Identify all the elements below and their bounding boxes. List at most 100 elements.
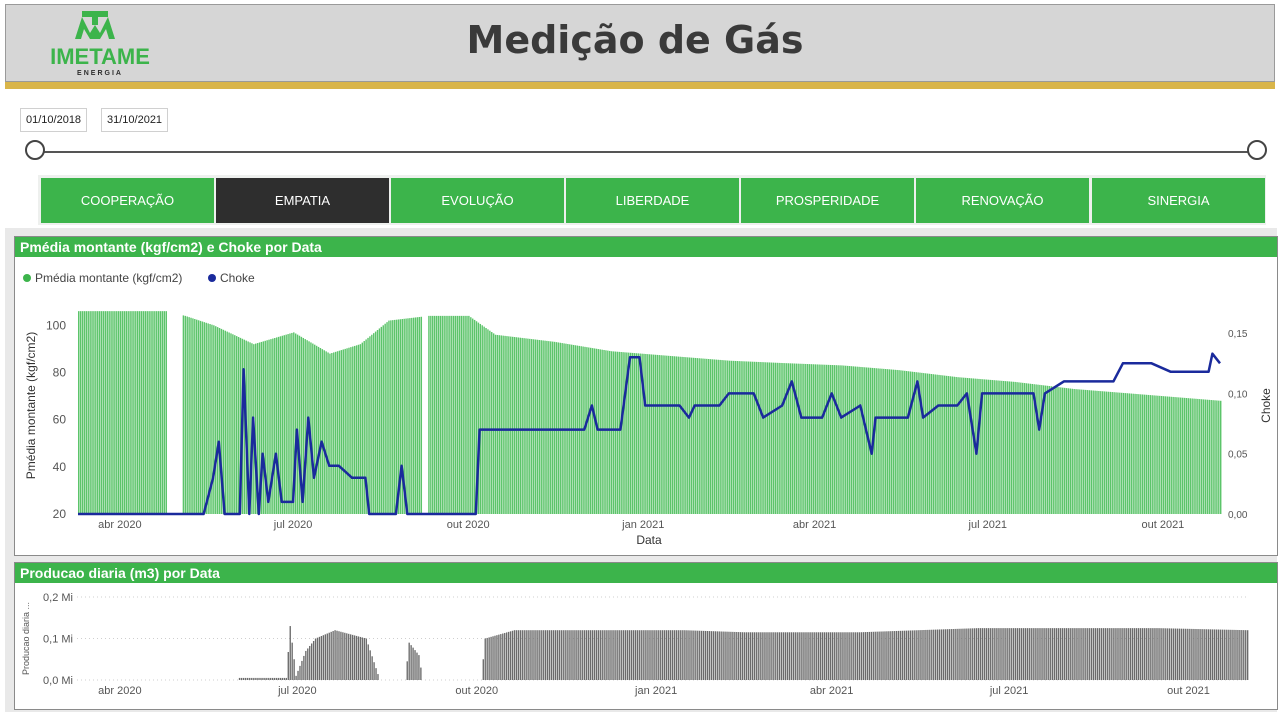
pressure-bar — [614, 351, 617, 514]
pressure-bar — [1145, 394, 1148, 514]
pressure-bar — [1101, 391, 1104, 514]
pressure-bar — [1126, 393, 1129, 514]
pressure-bar — [1025, 383, 1028, 514]
production-bar — [874, 631, 876, 680]
pressure-bar — [846, 365, 849, 514]
pressure-bar — [924, 373, 927, 514]
pressure-bar — [987, 379, 990, 514]
pressure-bar — [471, 318, 474, 514]
pressure-bar — [591, 348, 594, 514]
production-bar — [322, 635, 325, 680]
pressure-bar — [1082, 389, 1085, 514]
production-bar — [1190, 628, 1192, 680]
production-bar — [420, 667, 422, 680]
production-bar — [919, 630, 921, 680]
tab-renovação[interactable]: RENOVAÇÃO — [916, 178, 1089, 223]
production-bar — [1063, 628, 1066, 681]
pressure-bar — [197, 320, 200, 514]
pressure-bar — [932, 374, 935, 514]
pressure-bar — [140, 311, 143, 514]
production-bar — [416, 652, 418, 680]
pressure-bar — [331, 353, 333, 514]
production-bar — [244, 677, 247, 680]
production-bar — [359, 636, 362, 680]
pressure-bar — [1214, 400, 1216, 514]
production-bar — [250, 677, 252, 680]
production-bar — [617, 630, 619, 680]
production-bar — [946, 629, 949, 680]
pressure-bar — [767, 362, 769, 514]
pressure-bar — [704, 358, 706, 514]
pressure-bar — [131, 311, 133, 514]
production-bar — [892, 631, 894, 680]
production-bar — [1128, 628, 1130, 681]
pressure-bar — [291, 332, 293, 514]
pressure-bar — [363, 341, 365, 514]
pressure-bar — [865, 367, 868, 514]
production-bar — [350, 634, 352, 680]
pressure-bar — [753, 361, 756, 514]
pressure-bar — [1008, 381, 1011, 514]
production-bar — [997, 628, 999, 681]
pressure-bar — [1065, 388, 1068, 514]
date-slider-end-handle[interactable] — [1247, 140, 1267, 160]
production-bar — [915, 630, 917, 680]
pressure-bar — [494, 334, 497, 514]
pressure-bar — [1115, 392, 1117, 514]
pressure-bar — [392, 320, 394, 514]
pressure-bar — [188, 317, 190, 514]
production-bar — [656, 630, 658, 680]
production-bar — [931, 629, 933, 680]
pressure-bar — [1199, 399, 1201, 514]
production-bar — [1040, 628, 1042, 681]
tab-sinergia[interactable]: SINERGIA — [1092, 178, 1265, 223]
production-bar — [749, 632, 752, 680]
pressure-bar — [845, 365, 847, 514]
pressure-bar — [1155, 395, 1157, 514]
tab-evolução[interactable]: EVOLUÇÃO — [391, 178, 564, 223]
production-bar — [414, 650, 416, 680]
production-bar — [338, 631, 340, 680]
production-bar — [1096, 628, 1099, 681]
tab-liberdade[interactable]: LIBERDADE — [566, 178, 739, 223]
end-date-field[interactable]: 31/10/2021 — [101, 108, 169, 132]
production-bar — [582, 630, 584, 680]
production-bar — [283, 677, 286, 680]
production-bar — [1243, 630, 1245, 680]
date-slider-track[interactable] — [35, 151, 1258, 153]
tab-empatia[interactable]: EMPATIA — [216, 178, 389, 223]
production-bar — [827, 632, 830, 680]
pressure-bar — [439, 315, 442, 514]
tab-cooperação[interactable]: COOPERAÇÃO — [41, 178, 214, 223]
production-bar — [767, 632, 769, 680]
production-bar — [1247, 630, 1249, 680]
pressure-bar — [275, 337, 278, 514]
pressure-bar — [138, 311, 141, 514]
pressure-bar — [1010, 381, 1013, 514]
pressure-bar — [671, 356, 674, 514]
production-bar — [929, 629, 931, 680]
pressure-bar — [1202, 399, 1205, 514]
pressure-bar — [388, 320, 390, 514]
production-bar — [585, 630, 588, 680]
production-bar — [964, 628, 966, 680]
pressure-bar — [1067, 388, 1070, 514]
pressure-bar — [860, 366, 862, 514]
pressure-bar — [523, 338, 525, 514]
start-date-field[interactable]: 01/10/2018 — [20, 108, 88, 132]
production-bar — [1149, 628, 1151, 681]
pressure-bar — [216, 327, 219, 514]
production-bar — [1032, 628, 1034, 681]
production-bar — [704, 630, 707, 680]
production-bar — [630, 630, 633, 680]
production-bar — [252, 677, 254, 680]
date-slider-start-handle[interactable] — [25, 140, 45, 160]
production-bar — [1174, 628, 1177, 680]
production-bar — [348, 633, 350, 680]
pressure-bar — [393, 319, 396, 514]
y-tick-label: 60 — [53, 413, 67, 427]
pressure-bar — [116, 311, 118, 514]
pressure-bar — [312, 343, 314, 514]
production-bar — [619, 630, 621, 680]
tab-prosperidade[interactable]: PROSPERIDADE — [741, 178, 914, 223]
